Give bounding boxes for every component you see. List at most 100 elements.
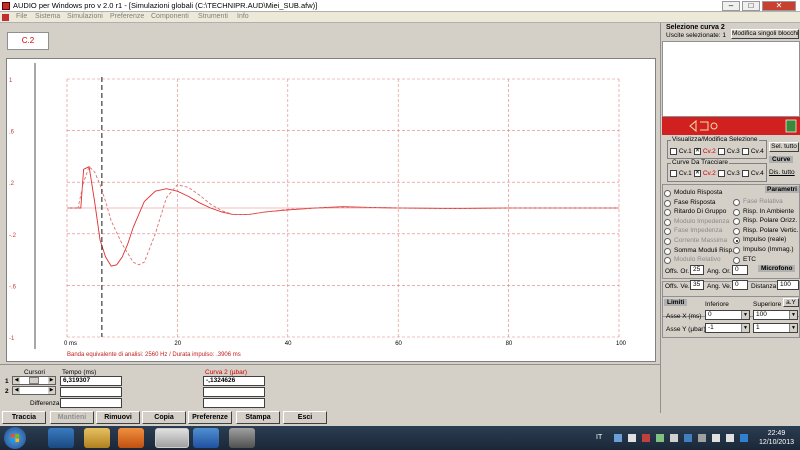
radio-button[interactable] [733, 218, 740, 226]
trace-cv3-checkbox[interactable] [718, 170, 725, 177]
select-all-button[interactable]: Sel. tutto [769, 142, 799, 152]
view-cv3-checkbox[interactable] [718, 148, 725, 155]
menu-strumenti[interactable]: Strumenti [198, 13, 228, 20]
menu-simulazioni[interactable]: Simulazioni [67, 13, 103, 20]
auto-y-button[interactable]: a.Y [783, 298, 799, 307]
media-player-icon[interactable] [118, 428, 144, 448]
radio-button[interactable] [664, 190, 671, 197]
param-left-5[interactable]: Corrente Massima [664, 237, 727, 245]
print-button[interactable]: Stampa [236, 411, 280, 424]
trace-cv1[interactable]: Cv.1 [670, 170, 692, 177]
offs-or-input[interactable]: 25 [690, 265, 704, 275]
impulse-chart[interactable]: 1 .6 .2 -.2 -.6 -1 0 ms 20 40 60 80 100 Banda equiva… [7, 59, 657, 363]
menu-info[interactable]: Info [237, 13, 249, 20]
view-cv2-checkbox[interactable]: ✕ [694, 148, 701, 155]
chevron-down-icon[interactable]: ▼ [789, 324, 797, 332]
distance-input[interactable]: 100 [777, 280, 799, 290]
menu-app-icon[interactable] [2, 14, 9, 21]
radio-button[interactable] [664, 209, 671, 217]
radio-button[interactable] [733, 199, 740, 206]
radio-button[interactable] [664, 218, 671, 226]
x-upper-select[interactable]: 100 ▼ [753, 310, 798, 320]
param-left-7[interactable]: Modulo Relativo [664, 256, 721, 265]
view-cv2[interactable]: ✕ Cv.2 [694, 148, 716, 155]
chevron-right-icon[interactable]: ▶ [48, 387, 55, 394]
plot-frame[interactable]: 1 .6 .2 -.2 -.6 -1 0 ms 20 40 60 80 100 Banda equiva… [6, 58, 656, 362]
curve-select-button[interactable]: C.2 [7, 32, 49, 50]
keep-button[interactable]: Mantieni [50, 411, 94, 424]
chevron-down-icon[interactable]: ▼ [789, 311, 797, 319]
param-right-0[interactable]: Fase Relativa [733, 198, 783, 206]
sync-icon[interactable] [193, 428, 219, 448]
y-upper-select[interactable]: 1 ▼ [753, 323, 798, 333]
trace-cv4[interactable]: Cv.4 [742, 170, 764, 177]
radio-button[interactable] [733, 256, 740, 264]
radio-button[interactable] [664, 247, 671, 255]
menu-componenti[interactable]: Componenti [151, 13, 189, 20]
view-cv1[interactable]: Cv.1 [670, 148, 692, 155]
ang-or-input[interactable]: 0 [732, 265, 748, 275]
view-cv3[interactable]: Cv.3 [718, 148, 740, 155]
edit-blocks-button[interactable]: Modifica singoli blocchi [731, 29, 799, 39]
param-left-3[interactable]: Modulo Impedenza [664, 218, 729, 226]
trace-button[interactable]: Traccia [2, 411, 46, 424]
param-left-1[interactable]: Fase Risposta [664, 199, 716, 207]
chevron-down-icon[interactable]: ▼ [741, 324, 749, 332]
radio-button[interactable] [733, 208, 740, 216]
radio-button[interactable] [664, 199, 671, 207]
param-right-2[interactable]: Risp. Polare Orizz. [733, 217, 797, 226]
view-cv4[interactable]: Cv.4 [742, 148, 764, 155]
copy-button[interactable]: Copia [142, 411, 186, 424]
chevron-left-icon[interactable]: ◀ [13, 377, 20, 384]
param-left-0[interactable]: Modulo Risposta [664, 189, 722, 197]
chevron-down-icon[interactable]: ▼ [741, 311, 749, 319]
minimize-button[interactable]: – [722, 1, 740, 11]
radio-button[interactable] [664, 238, 671, 245]
param-right-3[interactable]: Risp. Polare Vertic. [733, 227, 798, 235]
clock[interactable]: 22:49 12/10/2013 [759, 429, 794, 447]
menu-sistema[interactable]: Sistema [35, 13, 60, 20]
radio-button[interactable] [733, 237, 740, 245]
language-indicator[interactable]: IT [596, 434, 602, 441]
preferences-button[interactable]: Preferenze [188, 411, 232, 424]
trace-cv2[interactable]: ✕ Cv.2 [694, 170, 716, 177]
cursor-2-scrollbar[interactable]: ◀ ▶ [12, 386, 56, 395]
deselect-all-button[interactable]: Dis. tutto [769, 169, 795, 176]
trace-cv1-checkbox[interactable] [670, 170, 677, 177]
remove-button[interactable]: Rimuovi [96, 411, 140, 424]
settings-app-icon[interactable] [229, 428, 255, 448]
ang-ve-input[interactable]: 0 [732, 280, 748, 290]
x-lower-select[interactable]: 0 ▼ [705, 310, 750, 320]
ie-icon[interactable] [48, 428, 74, 448]
radio-button[interactable] [733, 247, 740, 254]
radio-button[interactable] [733, 227, 740, 235]
radio-button[interactable] [664, 228, 671, 236]
start-button[interactable] [4, 427, 26, 449]
explorer-icon[interactable] [84, 428, 110, 448]
trace-cv4-checkbox[interactable] [742, 170, 749, 177]
param-left-2[interactable]: Ritardo Di Gruppo [664, 208, 726, 217]
param-right-5[interactable]: Impulso (Immag.) [733, 246, 794, 254]
param-right-6[interactable]: ETC [733, 256, 756, 264]
maximize-button[interactable]: □ [742, 1, 760, 11]
scroll-thumb[interactable] [29, 377, 39, 384]
radio-button[interactable] [664, 257, 671, 265]
exit-button[interactable]: Esci [283, 411, 327, 424]
param-right-4[interactable]: Impulso (reale) [733, 236, 786, 245]
close-button[interactable]: ✕ [762, 1, 796, 11]
param-left-4[interactable]: Fase Impedenza [664, 227, 722, 236]
view-cv4-checkbox[interactable] [742, 148, 749, 155]
audio-app-icon[interactable] [155, 428, 189, 448]
param-left-6[interactable]: Somma Moduli Risp. [664, 247, 734, 255]
y-lower-select[interactable]: -1 ▼ [705, 323, 750, 333]
param-right-1[interactable]: Risp. In Ambiente [733, 208, 794, 216]
trace-cv3[interactable]: Cv.3 [718, 170, 740, 177]
menu-file[interactable]: File [16, 13, 27, 20]
cursor-1-scrollbar[interactable]: ◀ ▶ [12, 376, 56, 385]
menu-preferenze[interactable]: Preferenze [110, 13, 144, 20]
offs-ve-input[interactable]: 35 [690, 280, 704, 290]
chevron-left-icon[interactable]: ◀ [13, 387, 20, 394]
view-cv1-checkbox[interactable] [670, 148, 677, 155]
trace-cv2-checkbox[interactable]: ✕ [694, 170, 701, 177]
chevron-right-icon[interactable]: ▶ [48, 377, 55, 384]
